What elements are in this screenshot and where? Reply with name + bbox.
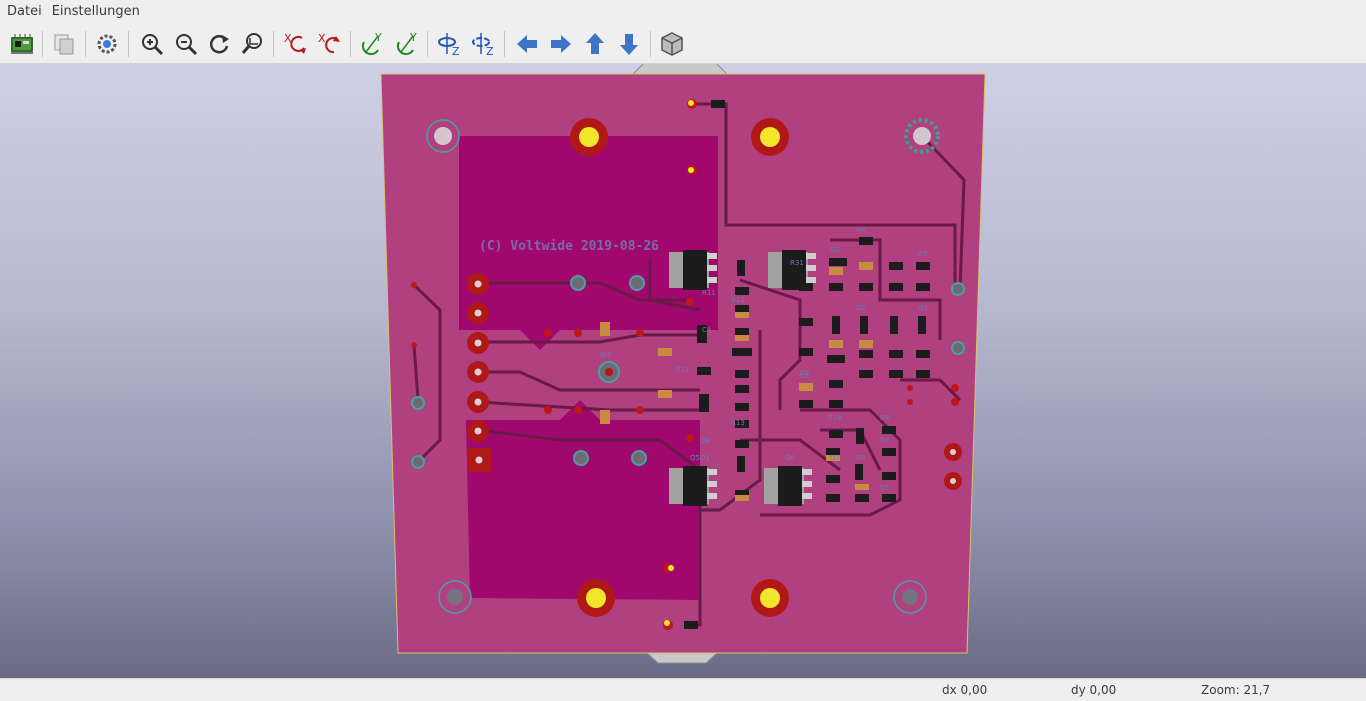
rotate-x-cw-button[interactable]: X	[280, 28, 312, 60]
ref-label: D3	[856, 454, 866, 462]
ref-label: Q5	[690, 454, 700, 462]
toolbar: X X Y Y Z Z	[0, 24, 1366, 64]
svg-text:Y: Y	[409, 31, 417, 44]
rotate-z-ccw-button[interactable]: Z	[468, 28, 500, 60]
pan-up-icon	[586, 33, 604, 54]
rotate-y-cw-icon: Y	[361, 31, 382, 56]
ref-label: R8	[880, 414, 889, 422]
status-dx: dx 0,00	[942, 683, 988, 697]
ref-label: R13	[731, 419, 745, 427]
rotate-x-ccw-icon: X	[318, 32, 340, 54]
ref-label: W1	[600, 351, 611, 359]
rotate-z-cw-icon: Z	[438, 33, 460, 58]
display-options-button[interactable]	[91, 28, 123, 60]
menu-datei[interactable]: Datei	[2, 0, 47, 24]
orthographic-button[interactable]	[656, 28, 688, 60]
pcb-board-render: (C) Voltwide 2019-08-26 R5 R6 R8 R9 R11 R12 R1…	[380, 64, 986, 664]
rotate-y-cw-button[interactable]: Y	[356, 28, 388, 60]
pan-right-button[interactable]	[545, 28, 577, 60]
copy-button[interactable]	[48, 28, 80, 60]
render-icon	[11, 34, 33, 54]
redraw-button[interactable]	[203, 28, 235, 60]
pan-down-icon	[620, 34, 638, 55]
ref-label: R12	[731, 296, 745, 304]
pan-right-icon	[551, 35, 571, 53]
ortho-view-icon	[661, 32, 683, 56]
ref-label: Q7	[830, 454, 840, 462]
menu-bar: Datei Einstellungen	[0, 0, 1366, 24]
ref-label: U5	[880, 484, 890, 492]
ref-label: D2	[830, 246, 840, 254]
ref-label: R6	[856, 226, 866, 234]
status-bar: dx 0,00 dy 0,00 Zoom: 21,7	[0, 678, 1366, 701]
rotate-x-ccw-button[interactable]: X	[314, 28, 346, 60]
rotate-y-ccw-button[interactable]: Y	[391, 28, 423, 60]
pan-left-button[interactable]	[511, 28, 543, 60]
ref-label: Q8	[700, 437, 710, 445]
status-dy: dy 0,00	[1071, 683, 1117, 697]
status-zoom: Zoom: 21,7	[1201, 683, 1271, 697]
copy-icon	[54, 34, 74, 55]
ref-label: Q2	[856, 304, 866, 312]
ref-label: Q6	[785, 454, 796, 462]
ref-label: R11	[702, 289, 716, 297]
3d-viewport[interactable]: (C) Voltwide 2019-08-26 R5 R6 R8 R9 R11 R12 R1…	[0, 64, 1366, 678]
pan-up-button[interactable]	[579, 28, 611, 60]
ref-label: C4	[702, 326, 712, 334]
svg-text:X: X	[318, 32, 326, 45]
ref-label: C5	[800, 369, 809, 377]
settings-icon	[97, 34, 117, 54]
pan-left-icon	[517, 35, 537, 53]
svg-text:Z: Z	[486, 45, 494, 58]
zoom-out-button[interactable]	[170, 28, 202, 60]
ref-label: R31	[790, 259, 804, 267]
zoom-fit-button[interactable]	[237, 28, 269, 60]
silkscreen-copyright: (C) Voltwide 2019-08-26	[479, 239, 659, 254]
svg-text:Z: Z	[452, 45, 460, 58]
zoom-out-icon	[176, 34, 198, 56]
zoom-fit-icon	[241, 33, 262, 54]
redraw-icon	[209, 35, 229, 54]
ref-label: D1	[700, 454, 710, 462]
ref-label: R9	[880, 436, 889, 444]
reload-board-button[interactable]	[6, 28, 38, 60]
menu-einstellungen[interactable]: Einstellungen	[47, 0, 145, 24]
rotate-z-ccw-icon: Z	[472, 33, 494, 58]
ref-label: Q1	[918, 304, 928, 312]
zoom-in-button[interactable]	[136, 28, 168, 60]
ref-label: R21	[676, 366, 690, 374]
pan-down-button[interactable]	[613, 28, 645, 60]
rotate-z-cw-button[interactable]: Z	[434, 28, 466, 60]
rotate-y-ccw-icon: Y	[396, 31, 417, 56]
zoom-in-icon	[142, 34, 164, 56]
ref-label: R18	[828, 414, 842, 422]
ref-label: R5	[918, 250, 927, 258]
rotate-x-cw-icon: X	[284, 32, 306, 54]
svg-text:Y: Y	[374, 31, 382, 44]
